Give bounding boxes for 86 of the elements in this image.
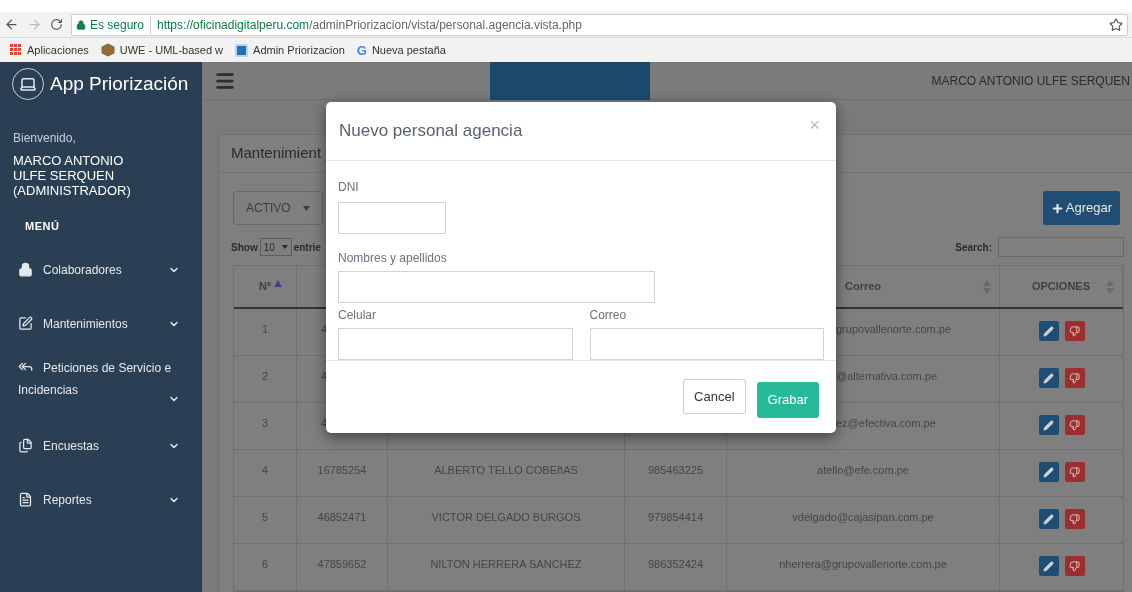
modal-title: Nuevo personal agencia xyxy=(339,120,523,143)
pencil-icon xyxy=(1043,513,1054,525)
thumbs-down-icon xyxy=(1069,560,1080,572)
dropdown-caret-icon xyxy=(281,245,288,249)
field-label: Correo xyxy=(589,306,628,324)
menu-item[interactable]: Colaboradores xyxy=(0,242,202,297)
page-size-select[interactable]: 10 xyxy=(259,238,292,256)
menu-item[interactable]: Peticiones de Servicio e Incidencias xyxy=(0,350,202,419)
dropdown-caret-icon xyxy=(303,205,310,211)
pencil-icon xyxy=(1043,325,1054,337)
table-cell: VICTOR DELGADO BURGOS xyxy=(388,497,625,543)
apps-grid-icon xyxy=(10,44,22,56)
disable-button[interactable] xyxy=(1064,368,1085,388)
panel-title: Mantenimient xyxy=(231,143,322,164)
menu-item[interactable]: Mantenimientos xyxy=(0,296,202,351)
edit-button[interactable] xyxy=(1038,462,1059,482)
bookmark-link[interactable]: Admin Priorizacion xyxy=(253,41,345,59)
reload-icon[interactable] xyxy=(50,18,63,31)
phone-input[interactable] xyxy=(338,327,573,360)
table-cell: atello@efe.com.pe xyxy=(727,450,1000,496)
table-cell: nherrera@grupovallenorte.com.pe xyxy=(727,544,1000,590)
edit-button[interactable] xyxy=(1038,415,1059,435)
table-cell: 16785254 xyxy=(297,450,388,496)
disable-button[interactable] xyxy=(1064,509,1085,529)
table-cell: 46852471 xyxy=(297,497,388,543)
search-label: Search: xyxy=(955,240,992,255)
thumbs-down-icon xyxy=(1069,325,1080,337)
file-icon xyxy=(18,492,33,507)
table-cell: 4 xyxy=(234,450,297,496)
pencil-icon xyxy=(1043,372,1054,384)
dni-input[interactable] xyxy=(338,201,446,234)
table-cell: ALBERTO TELLO COBEñAS xyxy=(388,450,625,496)
address-bar[interactable]: Es seguro https://oficinadigitalperu.com/adminPriorizacion/vista/personal.agencia.vista.php xyxy=(71,13,1128,36)
user-name: MARCO ANTONIO ULFE SERQUEN (ADMINISTRADOR) xyxy=(13,153,132,198)
files-icon xyxy=(18,438,33,453)
disable-button[interactable] xyxy=(1064,556,1085,576)
field-label: Nombres y apellidos xyxy=(338,249,448,267)
forward-icon[interactable] xyxy=(27,17,42,32)
app-title[interactable]: App Priorización xyxy=(50,69,189,99)
menu-item[interactable]: Reportes xyxy=(0,472,202,527)
disable-button[interactable] xyxy=(1064,462,1085,482)
table-cell: 986352424 xyxy=(625,544,727,590)
bookmark-link[interactable]: Nueva pestaña xyxy=(371,41,446,59)
edit-icon xyxy=(18,316,33,331)
square-icon xyxy=(235,43,249,57)
add-button[interactable]: Agregar xyxy=(1042,191,1120,225)
thumbs-down-icon xyxy=(1069,513,1080,525)
url-text: https://oficinadigitalperu.com/adminPriorizacion/vista/personal.agencia.vista.php xyxy=(156,16,582,34)
pencil-icon xyxy=(1043,560,1054,572)
back-icon[interactable] xyxy=(4,17,19,32)
welcome-text: Bienvenido, xyxy=(13,130,77,147)
thumbs-down-icon xyxy=(1069,419,1080,431)
cancel-button[interactable]: Cancel xyxy=(683,379,746,415)
menu-heading: MENÚ xyxy=(25,219,61,234)
table-cell: 47859652 xyxy=(297,544,388,590)
bookmark-link[interactable]: UWE - UML-based w xyxy=(119,41,224,59)
entries-label: entrie xyxy=(293,240,321,255)
disable-button[interactable] xyxy=(1064,321,1085,341)
table-cell: 979854414 xyxy=(625,497,727,543)
plus-icon xyxy=(1050,201,1064,215)
bookmark-star-icon[interactable] xyxy=(1109,17,1123,32)
thumbs-down-icon xyxy=(1069,466,1080,478)
table-cell: vdelgado@cajasipan.com.pe xyxy=(727,497,1000,543)
pencil-icon xyxy=(1043,419,1054,431)
pencil-icon xyxy=(1043,466,1054,478)
thumbs-down-icon xyxy=(1069,372,1080,384)
edit-button[interactable] xyxy=(1038,368,1059,388)
lock-icon xyxy=(18,262,33,277)
table-cell: 985463225 xyxy=(625,450,727,496)
google-letter: G xyxy=(356,43,367,57)
edit-button[interactable] xyxy=(1038,321,1059,341)
cube-icon xyxy=(100,43,115,57)
show-label: Show xyxy=(231,240,258,255)
security-label: Es seguro xyxy=(90,15,152,34)
field-label: DNI xyxy=(338,178,360,196)
table-cell: NILTON HERRERA SANCHEZ xyxy=(388,544,625,590)
edit-button[interactable] xyxy=(1038,509,1059,529)
menu-item[interactable]: Encuestas xyxy=(0,418,202,473)
lock-icon xyxy=(76,19,86,30)
bookmark-link[interactable]: Aplicaciones xyxy=(27,41,89,59)
names-input[interactable] xyxy=(338,270,655,303)
edit-button[interactable] xyxy=(1038,556,1059,576)
table-cell: 3 xyxy=(234,403,297,449)
email-input[interactable] xyxy=(589,327,824,360)
field-label: Celular xyxy=(338,306,377,324)
disable-button[interactable] xyxy=(1064,415,1085,435)
